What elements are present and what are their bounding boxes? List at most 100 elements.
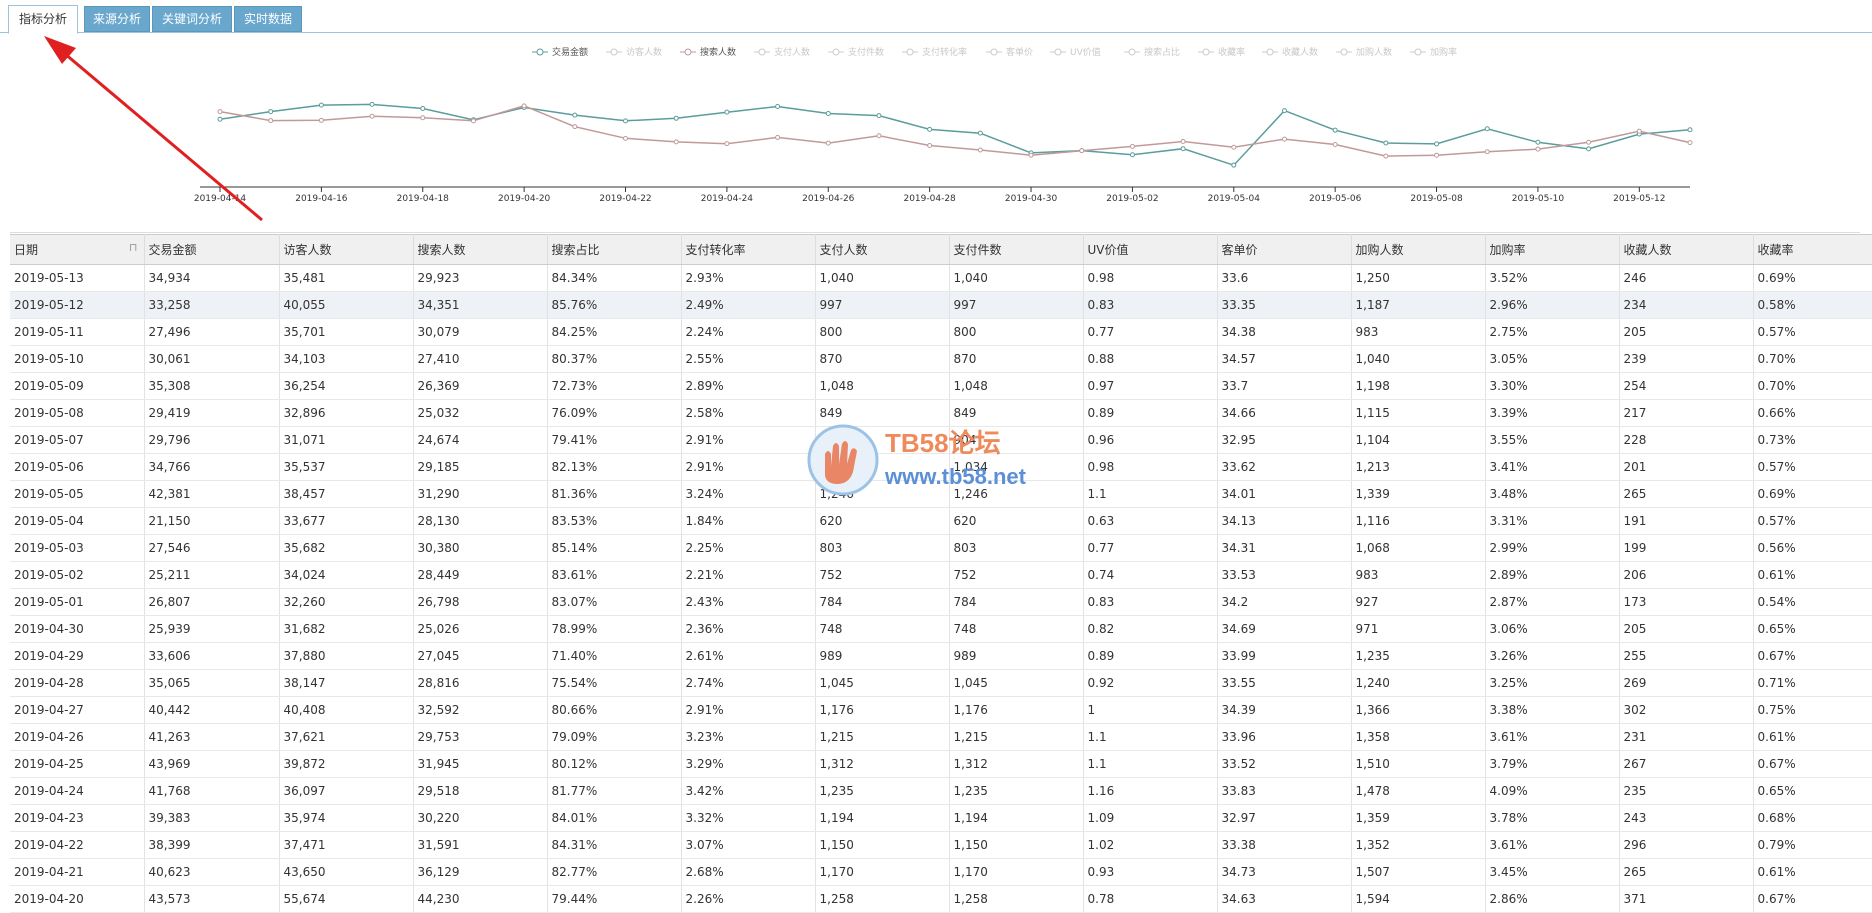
tab-source-analysis[interactable]: 来源分析 (84, 6, 150, 32)
table-row[interactable]: 2019-04-27 40,442 40,408 32,592 80.66% 2.91% 1… (10, 696, 1872, 724)
column-header[interactable]: UV价值 (1083, 234, 1218, 265)
legend-item[interactable]: UV价值 (1050, 46, 1101, 58)
series-point[interactable] (1687, 127, 1693, 133)
table-row[interactable]: 2019-04-24 41,768 36,097 29,518 81.77% 3.42% 1… (10, 777, 1872, 805)
series-point[interactable] (1231, 162, 1237, 168)
table-row[interactable]: 2019-04-20 43,573 55,674 44,230 79.44% 2.26% 1… (10, 885, 1872, 913)
table-row[interactable]: 2019-05-11 27,496 35,701 30,079 84.25% 2.24% 8… (10, 318, 1872, 346)
table-row[interactable]: 2019-05-01 26,807 32,260 26,798 83.07% 2.43% 7… (10, 588, 1872, 616)
series-point[interactable] (775, 104, 781, 110)
series-point[interactable] (927, 142, 933, 148)
series-point[interactable] (1383, 153, 1389, 159)
series-point[interactable] (420, 115, 426, 121)
legend-item[interactable]: 支付件数 (828, 46, 884, 58)
series-point[interactable] (521, 103, 527, 109)
column-header[interactable]: 支付转化率 (681, 234, 816, 265)
series-point[interactable] (876, 133, 882, 139)
series-point[interactable] (572, 124, 578, 130)
table-row[interactable]: 2019-05-04 21,150 33,677 28,130 83.53% 1.84% 6… (10, 507, 1872, 535)
series-point[interactable] (1484, 149, 1490, 155)
table-row[interactable]: 2019-04-23 39,383 35,974 30,220 84.01% 3.32% 1… (10, 804, 1872, 832)
table-row[interactable]: 2019-04-26 41,263 37,621 29,753 79.09% 3.23% 1… (10, 723, 1872, 751)
column-header[interactable]: 支付人数 (815, 234, 950, 265)
series-point[interactable] (673, 115, 679, 121)
table-row[interactable]: 2019-05-06 34,766 35,537 29,185 82.13% 2.91% 1… (10, 453, 1872, 481)
series-point[interactable] (470, 118, 476, 124)
legend-item[interactable]: 客单价 (986, 46, 1033, 58)
series-point[interactable] (1129, 152, 1135, 158)
column-header[interactable]: 收藏人数 (1619, 234, 1754, 265)
table-row[interactable]: 2019-05-05 42,381 38,457 31,290 81.36% 3.24% 1… (10, 480, 1872, 508)
series-point[interactable] (1281, 136, 1287, 142)
series-point[interactable] (825, 140, 831, 146)
tab-keyword-analysis[interactable]: 关键词分析 (152, 6, 232, 32)
series-point[interactable] (623, 135, 629, 141)
table-row[interactable]: 2019-04-28 35,065 38,147 28,816 75.54% 2.74% 1… (10, 669, 1872, 697)
series-point[interactable] (977, 147, 983, 153)
series-point[interactable] (1586, 146, 1592, 152)
series-point[interactable] (1535, 139, 1541, 145)
table-row[interactable]: 2019-05-13 34,934 35,481 29,923 84.34% 2.93% 1… (10, 264, 1872, 292)
table-row[interactable]: 2019-05-02 25,211 34,024 28,449 83.61% 2.21% 7… (10, 561, 1872, 589)
series-point[interactable] (217, 116, 223, 122)
column-header[interactable]: 搜索占比 (547, 234, 682, 265)
table-row[interactable]: 2019-04-30 25,939 31,682 25,026 78.99% 2.36% 7… (10, 615, 1872, 643)
series-point[interactable] (1028, 152, 1034, 158)
legend-item[interactable]: 收藏人数 (1262, 46, 1318, 58)
series-point[interactable] (268, 109, 274, 115)
table-row[interactable]: 2019-05-09 35,308 36,254 26,369 72.73% 2.89% 1… (10, 372, 1872, 400)
column-header[interactable]: 搜索人数 (413, 234, 548, 265)
series-point[interactable] (1231, 144, 1237, 150)
column-header[interactable]: 加购率 (1485, 234, 1620, 265)
series-point[interactable] (1332, 127, 1338, 133)
series-point[interactable] (1484, 126, 1490, 132)
table-row[interactable]: 2019-04-25 43,969 39,872 31,945 80.12% 3.29% 1… (10, 750, 1872, 778)
legend-item[interactable]: 搜索占比 (1124, 46, 1180, 58)
series-point[interactable] (1129, 143, 1135, 149)
series-point[interactable] (623, 118, 629, 124)
series-point[interactable] (268, 118, 274, 124)
table-row[interactable]: 2019-04-29 33,606 37,880 27,045 71.40% 2.61% 9… (10, 642, 1872, 670)
series-point[interactable] (1586, 139, 1592, 145)
table-row[interactable]: 2019-05-08 29,419 32,896 25,032 76.09% 2.58% 8… (10, 399, 1872, 427)
table-row[interactable]: 2019-05-07 29,796 31,071 24,674 79.41% 2.91% 9… (10, 426, 1872, 454)
series-point[interactable] (1383, 140, 1389, 146)
series-point[interactable] (217, 109, 223, 115)
series-point[interactable] (1434, 141, 1440, 147)
legend-item[interactable]: 支付转化率 (902, 46, 967, 58)
series-point[interactable] (1180, 146, 1186, 152)
series-point[interactable] (724, 141, 730, 147)
series-point[interactable] (1332, 142, 1338, 148)
series-point[interactable] (1180, 138, 1186, 144)
series-point[interactable] (1636, 128, 1642, 134)
series-point[interactable] (1535, 146, 1541, 152)
legend-item[interactable]: 访客人数 (606, 46, 662, 58)
series-point[interactable] (977, 130, 983, 136)
legend-item[interactable]: 交易金额 (532, 46, 588, 58)
column-header[interactable]: 收藏率 (1753, 234, 1872, 265)
series-point[interactable] (420, 105, 426, 111)
series-point[interactable] (369, 101, 375, 107)
table-row[interactable]: 2019-05-03 27,546 35,682 30,380 85.14% 2.25% 8… (10, 534, 1872, 562)
series-point[interactable] (318, 102, 324, 108)
table-row[interactable]: 2019-04-22 38,399 37,471 31,591 84.31% 3.07% 1… (10, 831, 1872, 859)
series-point[interactable] (318, 117, 324, 123)
legend-item[interactable]: 收藏率 (1198, 46, 1245, 58)
column-header[interactable]: 交易金额 (144, 234, 280, 265)
series-point[interactable] (724, 109, 730, 115)
column-menu-icon[interactable]: ⊓ (129, 241, 138, 254)
legend-item[interactable]: 支付人数 (754, 46, 810, 58)
tab-realtime-data[interactable]: 实时数据 (234, 6, 302, 32)
table-row[interactable]: 2019-04-21 40,623 43,650 36,129 82.77% 2.68% 1… (10, 858, 1872, 886)
series-point[interactable] (1687, 140, 1693, 146)
series-point[interactable] (369, 113, 375, 119)
legend-item[interactable]: 加购率 (1410, 46, 1457, 58)
table-row[interactable]: 2019-05-12 33,258 40,055 34,351 85.76% 2.49% 9… (10, 291, 1872, 319)
series-point[interactable] (572, 112, 578, 118)
series-point[interactable] (825, 110, 831, 116)
series-point[interactable] (673, 139, 679, 145)
table-row[interactable]: 2019-05-10 30,061 34,103 27,410 80.37% 2.55% 8… (10, 345, 1872, 373)
legend-item[interactable]: 搜索人数 (680, 46, 736, 58)
tab-metric-analysis[interactable]: 指标分析 (8, 5, 78, 34)
series-point[interactable] (1079, 148, 1085, 154)
